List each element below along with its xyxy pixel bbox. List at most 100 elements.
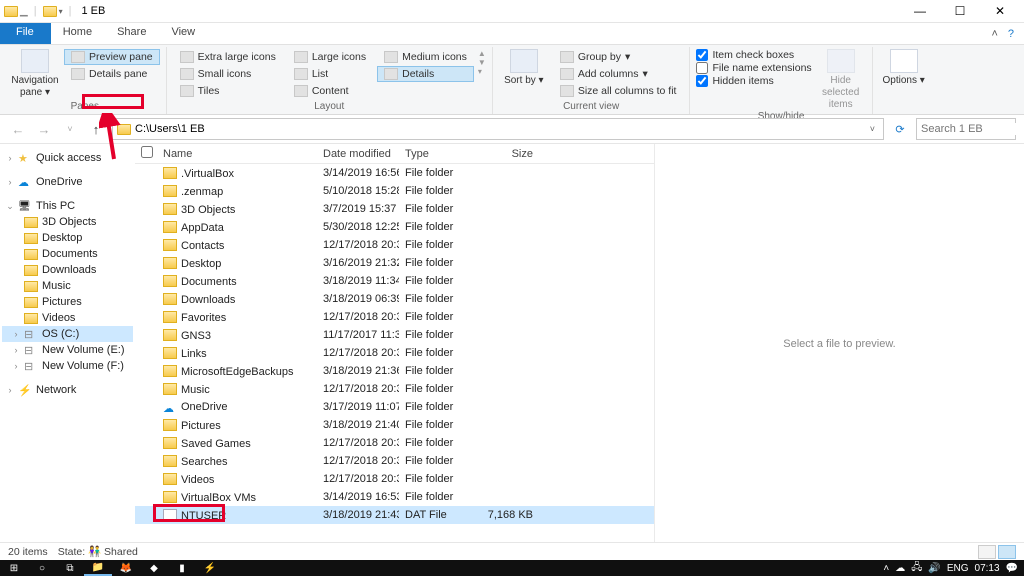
- file-row[interactable]: Searches12/17/2018 20:35File folder: [135, 452, 654, 470]
- file-row[interactable]: Saved Games12/17/2018 20:35File folder: [135, 434, 654, 452]
- cortana-button[interactable]: ○: [28, 560, 56, 576]
- navigation-pane-button[interactable]: Navigation pane ▾: [10, 49, 60, 99]
- column-date[interactable]: Date modified: [317, 148, 399, 160]
- close-button[interactable]: ✕: [980, 0, 1020, 22]
- forward-button[interactable]: →: [34, 122, 54, 137]
- tab-file[interactable]: File: [0, 23, 51, 44]
- column-headers[interactable]: Name Date modified Type Size: [135, 144, 654, 164]
- search-input[interactable]: [921, 123, 1024, 135]
- address-bar[interactable]: ˅: [112, 118, 884, 140]
- search-box[interactable]: 🔍: [916, 118, 1016, 140]
- tray-notifications-icon[interactable]: 💬: [1006, 563, 1018, 574]
- file-row[interactable]: Links12/17/2018 20:35File folder: [135, 344, 654, 362]
- nav-item-new-volume-e-[interactable]: ›New Volume (E:): [2, 342, 133, 358]
- file-row[interactable]: Favorites12/17/2018 20:35File folder: [135, 308, 654, 326]
- nav-quick-access[interactable]: ›Quick access: [2, 150, 133, 166]
- refresh-button[interactable]: ⟳: [890, 123, 910, 136]
- tab-share[interactable]: Share: [105, 23, 159, 44]
- hidden-items-toggle[interactable]: Hidden items: [696, 75, 811, 87]
- file-row[interactable]: GNS311/17/2017 11:33File folder: [135, 326, 654, 344]
- maximize-button[interactable]: ☐: [940, 0, 980, 22]
- layout-xl[interactable]: Extra large icons: [173, 49, 283, 65]
- sort-by-button[interactable]: Sort by ▾: [499, 49, 549, 87]
- file-row[interactable]: Music12/17/2018 20:35File folder: [135, 380, 654, 398]
- layout-small[interactable]: Small icons: [173, 66, 283, 82]
- nav-network[interactable]: ›Network: [2, 382, 133, 398]
- taskbar-app-2[interactable]: ▮: [168, 560, 196, 576]
- nav-item-os-c-[interactable]: ›OS (C:): [2, 326, 133, 342]
- view-details-button[interactable]: [978, 545, 996, 559]
- dropdown-icon[interactable]: ▾: [59, 7, 63, 16]
- view-thumbnails-button[interactable]: [998, 545, 1016, 559]
- nav-item-new-volume-f-[interactable]: ›New Volume (F:): [2, 358, 133, 374]
- tray-volume-icon[interactable]: 🔊: [928, 563, 940, 574]
- tray-cloud-icon[interactable]: ☁: [895, 563, 905, 574]
- file-row[interactable]: Downloads3/18/2019 06:39File folder: [135, 290, 654, 308]
- file-row[interactable]: OneDrive3/17/2019 11:07File folder: [135, 398, 654, 416]
- nav-this-pc[interactable]: ⌄This PC: [2, 198, 133, 214]
- nav-item-music[interactable]: Music: [2, 278, 133, 294]
- group-by-button[interactable]: Group by ▾: [553, 49, 684, 65]
- minimize-button[interactable]: —: [900, 0, 940, 22]
- file-row[interactable]: Desktop3/16/2019 21:32File folder: [135, 254, 654, 272]
- scroll-up-icon[interactable]: ▲: [478, 49, 486, 58]
- file-row[interactable]: Videos12/17/2018 20:35File folder: [135, 470, 654, 488]
- file-row[interactable]: Contacts12/17/2018 20:35File folder: [135, 236, 654, 254]
- ribbon-collapse-icon[interactable]: ˄: [991, 28, 997, 40]
- details-pane-button[interactable]: Details pane: [64, 66, 160, 82]
- nav-item-documents[interactable]: Documents: [2, 246, 133, 262]
- layout-list[interactable]: List: [287, 66, 373, 82]
- back-button[interactable]: ←: [8, 122, 28, 137]
- taskview-button[interactable]: ⧉: [56, 560, 84, 576]
- file-row[interactable]: AppData5/30/2018 12:25File folder: [135, 218, 654, 236]
- tray-expand-icon[interactable]: ˄: [883, 563, 889, 574]
- nav-onedrive[interactable]: ›OneDrive: [2, 174, 133, 190]
- preview-pane-button[interactable]: Preview pane: [64, 49, 160, 65]
- file-row[interactable]: MicrosoftEdgeBackups3/18/2019 21:36File …: [135, 362, 654, 380]
- file-row[interactable]: .zenmap5/10/2018 15:28File folder: [135, 182, 654, 200]
- options-button[interactable]: Options ▾: [879, 49, 929, 87]
- tab-home[interactable]: Home: [51, 23, 105, 44]
- taskbar-app-explorer[interactable]: 📁: [84, 560, 112, 576]
- file-row[interactable]: Documents3/18/2019 11:34File folder: [135, 272, 654, 290]
- nav-item-3d-objects[interactable]: 3D Objects: [2, 214, 133, 230]
- file-row[interactable]: VirtualBox VMs3/14/2019 16:53File folder: [135, 488, 654, 506]
- taskbar-app-1[interactable]: ◆: [140, 560, 168, 576]
- hide-selected-button[interactable]: Hide selected items: [816, 49, 866, 111]
- file-extensions-toggle[interactable]: File name extensions: [696, 62, 811, 74]
- item-checkboxes-toggle[interactable]: Item check boxes: [696, 49, 811, 61]
- taskbar-app-3[interactable]: ⚡: [196, 560, 224, 576]
- start-button[interactable]: ⊞: [0, 560, 28, 576]
- layout-tiles[interactable]: Tiles: [173, 83, 283, 99]
- size-columns-button[interactable]: Size all columns to fit: [553, 83, 684, 99]
- help-icon[interactable]: ?: [1008, 28, 1014, 40]
- file-row[interactable]: 3D Objects3/7/2019 15:37File folder: [135, 200, 654, 218]
- taskbar-app-firefox[interactable]: 🦊: [112, 560, 140, 576]
- add-columns-button[interactable]: Add columns ▾: [553, 66, 684, 82]
- nav-item-desktop[interactable]: Desktop: [2, 230, 133, 246]
- nav-item-pictures[interactable]: Pictures: [2, 294, 133, 310]
- up-button[interactable]: ↑: [86, 122, 106, 137]
- recent-dropdown[interactable]: ˅: [60, 124, 80, 134]
- column-name[interactable]: Name: [157, 148, 317, 160]
- tray-time[interactable]: 07:13: [975, 563, 1000, 574]
- select-all-checkbox[interactable]: [141, 146, 153, 158]
- tray-network-icon[interactable]: 🖧: [911, 560, 922, 577]
- nav-item-videos[interactable]: Videos: [2, 310, 133, 326]
- nav-item-downloads[interactable]: Downloads: [2, 262, 133, 278]
- layout-large[interactable]: Large icons: [287, 49, 373, 65]
- tab-view[interactable]: View: [159, 23, 208, 44]
- tray-language[interactable]: ENG: [947, 563, 969, 574]
- address-input[interactable]: [135, 123, 866, 135]
- file-row[interactable]: .VirtualBox3/14/2019 16:56File folder: [135, 164, 654, 182]
- expand-icon[interactable]: ▾: [478, 67, 486, 76]
- address-dropdown-icon[interactable]: ˅: [866, 124, 879, 134]
- layout-details[interactable]: Details: [377, 66, 474, 82]
- layout-medium[interactable]: Medium icons: [377, 49, 474, 65]
- column-type[interactable]: Type: [399, 148, 479, 160]
- file-row[interactable]: Pictures3/18/2019 21:40File folder: [135, 416, 654, 434]
- scroll-down-icon[interactable]: ▼: [478, 58, 486, 67]
- layout-content[interactable]: Content: [287, 83, 373, 99]
- file-row[interactable]: NTUSER3/18/2019 21:43DAT File7,168 KB: [135, 506, 654, 524]
- column-size[interactable]: Size: [479, 148, 539, 160]
